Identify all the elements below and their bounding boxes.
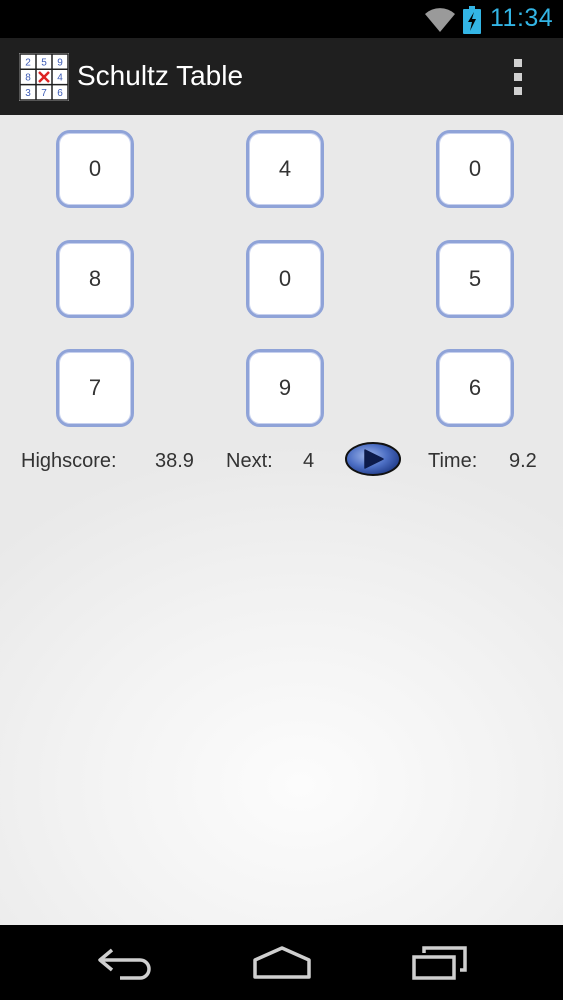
app-icon-digit: 2 [25, 58, 31, 69]
next-label: Next: [226, 450, 273, 472]
grid-cell[interactable]: 6 [436, 349, 514, 427]
grid-cell[interactable]: 8 [56, 240, 134, 318]
grid-cell[interactable]: 5 [436, 240, 514, 318]
app-icon-digit: 6 [57, 88, 63, 99]
app-title: Schultz Table [77, 60, 244, 91]
home-icon[interactable] [252, 945, 312, 981]
battery-charging-icon [463, 6, 481, 34]
time-value: 9.2 [509, 450, 537, 472]
grid-cell[interactable]: 9 [246, 349, 324, 427]
app-icon-digit: 8 [25, 73, 31, 84]
grid-cell[interactable]: 0 [436, 130, 514, 208]
grid-cell[interactable]: 0 [56, 130, 134, 208]
app-icon-digit: 4 [57, 73, 63, 84]
grid-cell[interactable]: 4 [246, 130, 324, 208]
back-icon[interactable] [96, 945, 154, 981]
status-bar: 11:34 [0, 0, 563, 38]
play-button[interactable] [344, 441, 402, 477]
action-bar: 2 5 9 8 4 3 7 6 Schultz Table [0, 38, 563, 116]
app-icon-digit: 7 [41, 88, 47, 99]
recent-apps-icon[interactable] [412, 945, 468, 981]
app-logo-icon: 2 5 9 8 4 3 7 6 [19, 53, 69, 101]
highscore-label: Highscore: [21, 450, 117, 472]
wifi-icon [425, 8, 455, 32]
status-clock: 11:34 [490, 4, 554, 32]
next-value: 4 [303, 450, 315, 472]
app-icon-digit: 3 [25, 88, 31, 99]
navigation-bar [0, 925, 563, 1000]
app-icon-digit: 9 [57, 58, 63, 69]
game-area: 0 4 0 8 0 5 7 9 6 Highscore: 38.9 Next: … [0, 115, 563, 925]
time-label: Time: [428, 450, 478, 472]
grid-cell[interactable]: 0 [246, 240, 324, 318]
overflow-menu-icon[interactable] [506, 59, 530, 95]
grid-cell[interactable]: 7 [56, 349, 134, 427]
highscore-value: 38.9 [155, 450, 194, 472]
app-icon-digit: 5 [41, 58, 47, 69]
